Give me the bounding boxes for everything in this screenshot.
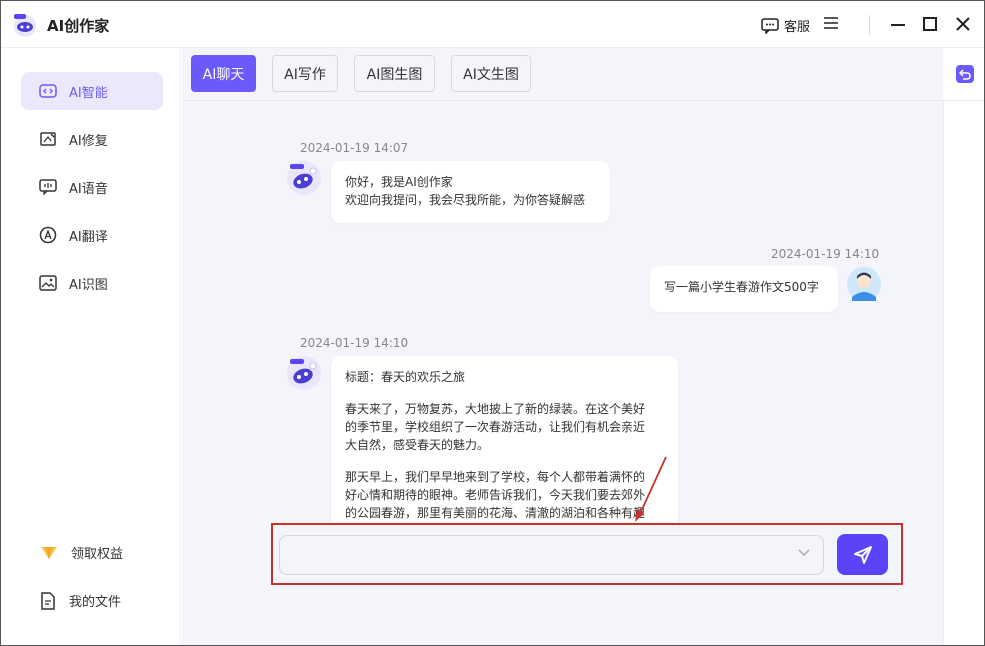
close-icon[interactable] xyxy=(956,17,970,31)
assistant-avatar xyxy=(287,356,321,390)
sidebar-item-label: AI语音 xyxy=(69,181,108,197)
sidebar-item-label: AI修复 xyxy=(69,133,108,149)
maximize-icon[interactable] xyxy=(923,17,937,31)
minimize-icon[interactable] xyxy=(890,16,906,32)
image-repair-icon xyxy=(40,132,56,146)
message-line: 那天早上，我们早早地来到了学校，每个人都带着满怀的 xyxy=(345,470,646,484)
sidebar-item-ai-voice[interactable]: AI语音 xyxy=(21,168,163,206)
sidebar-item-label: AI识图 xyxy=(69,277,108,293)
tab-ai-text-to-image[interactable]: AI文生图 xyxy=(451,55,531,92)
assistant-message-bubble: 你好，我是AI创作家 欢迎向我提问，我会尽我所能，为你答疑解惑 xyxy=(331,161,610,223)
message-timestamp: 2024-01-19 14:07 xyxy=(300,141,409,155)
message-line: 大自然，感受春天的魅力。 xyxy=(345,438,490,452)
right-panel-strip xyxy=(943,48,984,645)
essay-title: 标题：春天的欢乐之旅 xyxy=(345,370,466,384)
sidebar-item-ai-translate[interactable]: AI翻译 xyxy=(21,216,163,254)
sidebar-item-label: AI智能 xyxy=(69,85,108,101)
message-line: 你好，我是AI创作家 xyxy=(345,175,453,189)
message-line: 好心情和期待的眼神。老师告诉我们，今天我们要去郊外 xyxy=(345,488,646,502)
message-timestamp: 2024-01-19 14:10 xyxy=(771,247,880,261)
customer-service-button[interactable]: 客服 xyxy=(761,16,810,35)
undo-arrow-icon xyxy=(959,69,971,80)
app-title: AI创作家 xyxy=(47,17,110,35)
user-message-bubble: 写一篇小学生春游作文500字 xyxy=(650,266,838,312)
my-files-label: 我的文件 xyxy=(69,595,122,610)
message-line: 的季节里，学校组织了一次春游活动，让我们有机会亲近 xyxy=(345,420,646,434)
file-icon xyxy=(41,591,55,610)
sidebar-item-ai-repair[interactable]: AI修复 xyxy=(21,120,163,158)
diamond-icon xyxy=(41,546,57,559)
my-files-link[interactable]: 我的文件 xyxy=(39,591,121,610)
sidebar-item-label: AI翻译 xyxy=(69,229,108,245)
sidebar-item-ai-recognize[interactable]: AI识图 xyxy=(21,264,163,302)
titlebar-divider xyxy=(869,15,870,35)
title-bar: AI创作家 客服 xyxy=(1,1,984,48)
translate-icon xyxy=(39,226,57,244)
sidebar-item-ai-smart[interactable]: AI智能 xyxy=(21,72,163,110)
message-line: 欢迎向我提问，我会尽我所能，为你答疑解惑 xyxy=(345,193,586,207)
message-line: 春天来了，万物复苏，大地披上了新的绿装。在这个美好 xyxy=(345,402,646,416)
claim-benefits-label: 领取权益 xyxy=(71,547,124,562)
image-recognize-icon xyxy=(39,275,57,291)
menu-icon[interactable] xyxy=(823,16,839,30)
message-timestamp: 2024-01-19 14:10 xyxy=(300,336,409,350)
app-logo-icon xyxy=(14,14,36,37)
chat-bubble-icon xyxy=(761,17,779,34)
back-button[interactable] xyxy=(956,65,974,83)
ai-chip-icon xyxy=(39,84,57,98)
tab-bar: AI聊天 AI写作 AI图生图 AI文生图 xyxy=(182,48,943,101)
tab-ai-chat[interactable]: AI聊天 xyxy=(191,55,256,92)
annotation-highlight-box xyxy=(271,523,903,585)
customer-service-label: 客服 xyxy=(784,20,811,35)
tab-ai-image-to-image[interactable]: AI图生图 xyxy=(354,55,435,92)
sidebar: AI智能 AI修复 AI语音 AI翻译 AI识图 领取权益 我的文件 xyxy=(1,48,181,645)
user-avatar xyxy=(847,267,881,301)
message-text: 写一篇小学生春游作文500字 xyxy=(664,280,819,294)
voice-message-icon xyxy=(39,179,57,195)
app-window: AI创作家 客服 AI智能 AI修复 AI语音 AI翻译 AI识图 领取权益 我… xyxy=(0,0,985,646)
tab-ai-writing[interactable]: AI写作 xyxy=(272,55,338,92)
claim-benefits-link[interactable]: 领取权益 xyxy=(39,543,123,562)
message-line: 的公园春游，那里有美丽的花海、清澈的湖泊和各种有趣 xyxy=(345,506,646,520)
assistant-avatar xyxy=(287,161,321,195)
